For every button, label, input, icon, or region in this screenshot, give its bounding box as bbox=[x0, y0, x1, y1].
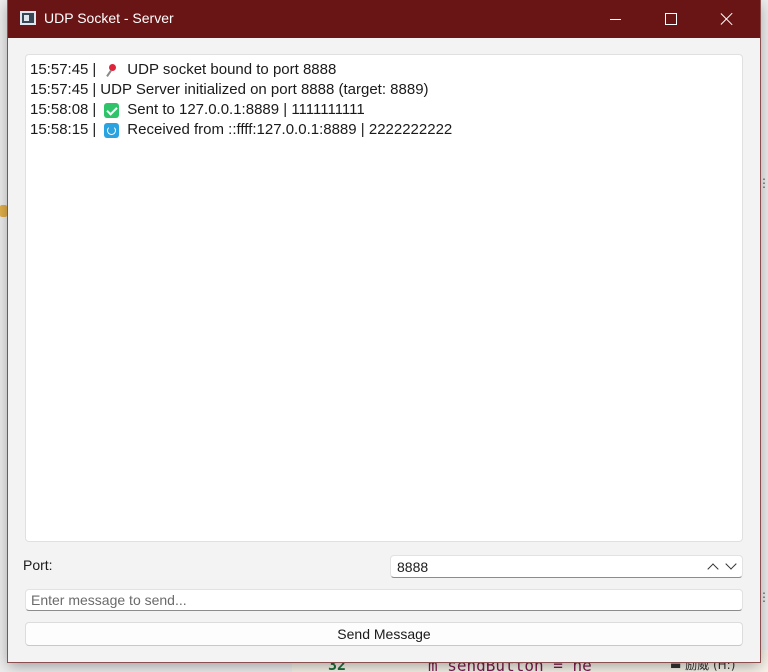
send-message-button[interactable]: Send Message bbox=[25, 622, 743, 646]
check-mark-icon bbox=[104, 102, 120, 118]
refresh-icon bbox=[104, 122, 120, 138]
port-label: Port: bbox=[23, 557, 53, 573]
background-folder-icon bbox=[0, 205, 7, 217]
log-separator: | bbox=[92, 81, 97, 98]
chevron-up-icon[interactable] bbox=[707, 563, 719, 575]
log-entry: 15:58:08 | Sent to 127.0.0.1:8889 | 1111… bbox=[30, 100, 738, 120]
log-message: UDP Server initialized on port 8888 (tar… bbox=[100, 81, 429, 98]
log-separator: | bbox=[92, 121, 97, 138]
log-message: Sent to 127.0.0.1:8889 | 1111111111 bbox=[127, 101, 365, 118]
close-icon bbox=[721, 13, 733, 25]
log-time: 15:58:08 bbox=[30, 101, 89, 118]
log-entry: 15:57:45 | UDP socket bound to port 8888 bbox=[30, 60, 738, 80]
title-bar[interactable]: UDP Socket - Server bbox=[8, 0, 760, 38]
log-time: 15:57:45 bbox=[30, 81, 89, 98]
log-output[interactable]: 15:57:45 | UDP socket bound to port 8888… bbox=[25, 54, 743, 542]
maximize-button[interactable] bbox=[646, 0, 696, 38]
window-title: UDP Socket - Server bbox=[44, 10, 174, 26]
log-separator: | bbox=[92, 101, 97, 118]
log-message: Received from ::ffff:127.0.0.1:8889 | 22… bbox=[127, 121, 453, 138]
log-message: UDP socket bound to port 8888 bbox=[127, 61, 337, 78]
port-value: 8888 bbox=[397, 559, 429, 575]
close-button[interactable] bbox=[702, 0, 752, 38]
message-input[interactable] bbox=[25, 589, 743, 611]
chevron-down-icon[interactable] bbox=[725, 558, 737, 570]
pushpin-icon bbox=[104, 63, 119, 78]
minimize-icon bbox=[609, 18, 621, 20]
log-time: 15:57:45 bbox=[30, 61, 89, 78]
log-separator: | bbox=[92, 61, 97, 78]
port-spinbox[interactable]: 8888 bbox=[390, 555, 743, 578]
log-entry: 15:58:15 | Received from ::ffff:127.0.0.… bbox=[30, 120, 738, 140]
minimize-button[interactable] bbox=[590, 0, 640, 38]
maximize-icon bbox=[665, 13, 677, 25]
app-icon bbox=[20, 11, 36, 25]
log-entry: 15:57:45 | UDP Server initialized on por… bbox=[30, 80, 738, 100]
server-window: UDP Socket - Server 15:57:45 | UDP socke… bbox=[8, 0, 760, 662]
log-time: 15:58:15 bbox=[30, 121, 89, 138]
